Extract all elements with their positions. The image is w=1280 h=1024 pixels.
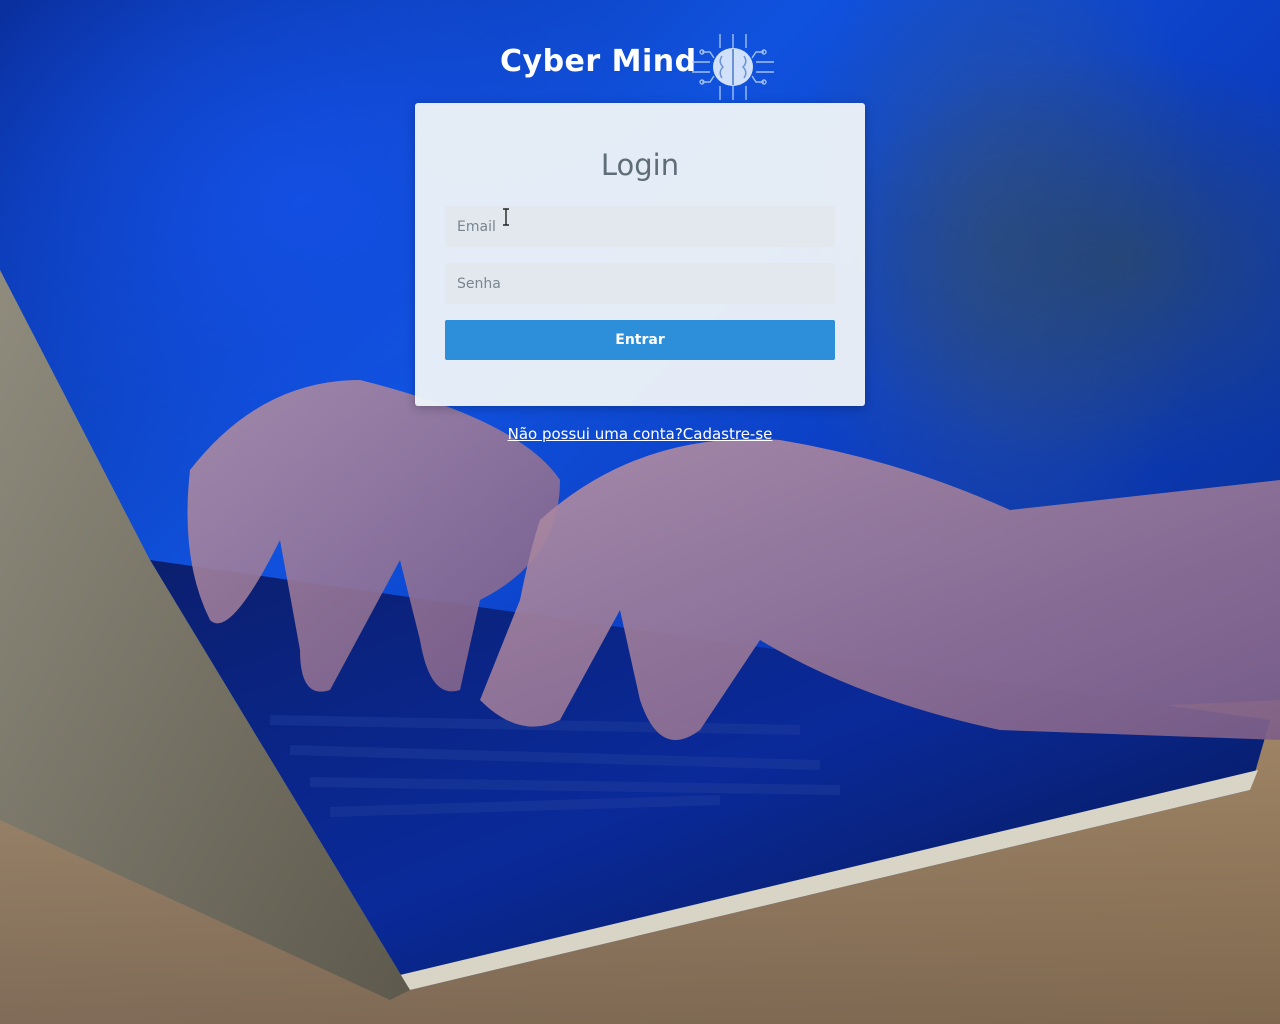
brand-logo: Cyber Mind: [500, 32, 780, 102]
login-title: Login: [600, 148, 680, 182]
signup-container: Não possui uma conta?Cadastre-se: [0, 424, 1280, 444]
login-button[interactable]: Entrar: [445, 320, 835, 360]
brand-name: Cyber Mind: [500, 44, 697, 79]
login-page: Cyber Mind Login Email Entrar Não possui…: [0, 0, 1280, 1024]
login-card: Login Entrar: [415, 103, 865, 406]
password-input[interactable]: [445, 263, 835, 304]
brain-circuit-icon: [692, 34, 774, 100]
text-cursor-icon: [503, 208, 509, 226]
signup-link[interactable]: Não possui uma conta?Cadastre-se: [508, 425, 773, 443]
